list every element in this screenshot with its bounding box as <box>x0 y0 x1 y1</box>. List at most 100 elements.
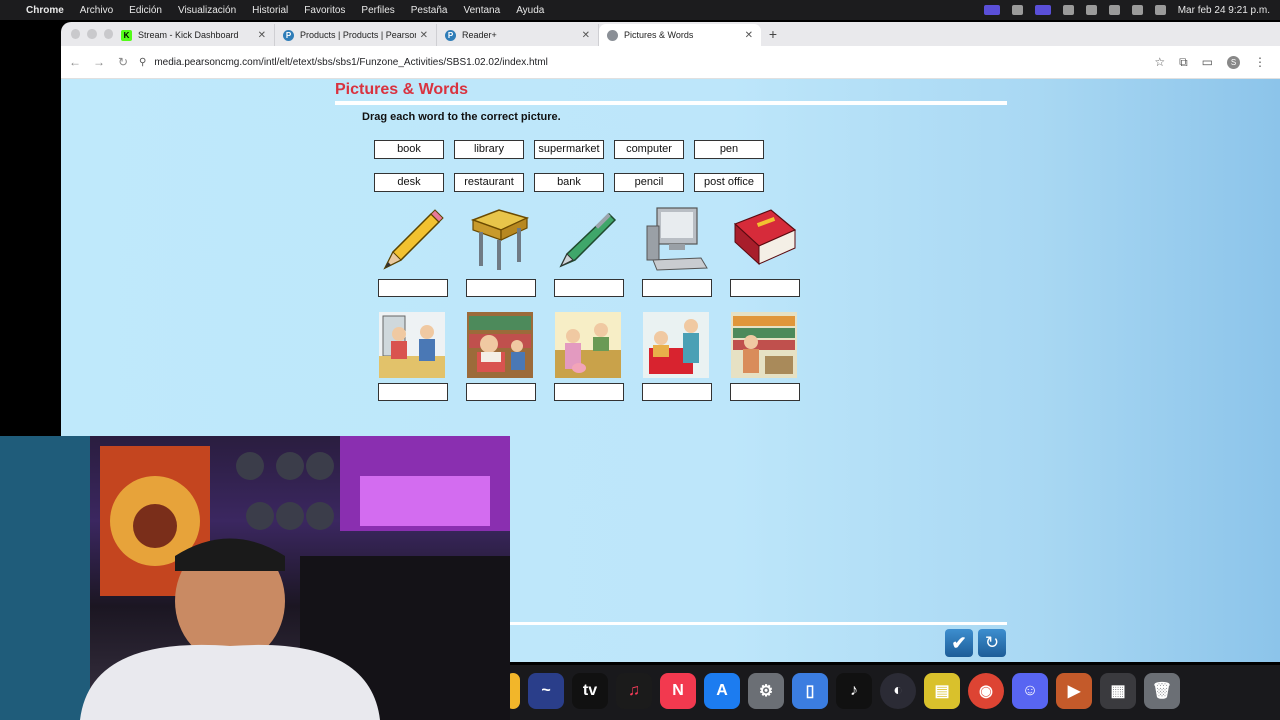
cloud-icon[interactable] <box>1011 5 1023 15</box>
tab-kick-dashboard[interactable]: K Stream - Kick Dashboard ✕ <box>113 24 275 46</box>
word-tile-computer[interactable]: computer <box>614 140 684 159</box>
user-icon[interactable] <box>1085 5 1097 15</box>
url-text[interactable]: media.pearsoncmg.com/intl/elt/etext/sbs/… <box>154 57 548 68</box>
bank-picture <box>555 312 621 378</box>
battery-icon[interactable] <box>1108 5 1120 15</box>
pen-picture <box>559 212 617 268</box>
answer-slot-1[interactable] <box>378 279 448 297</box>
menu-app-name[interactable]: Chrome <box>26 5 64 16</box>
globe-favicon-icon <box>607 29 618 41</box>
tab-label: Reader+ <box>462 30 497 40</box>
close-window-button[interactable] <box>71 29 81 39</box>
new-tab-button[interactable]: + <box>761 24 785 46</box>
stage-manager-icon[interactable] <box>1034 5 1051 15</box>
freeform-icon[interactable]: ~ <box>528 673 564 709</box>
wifi-icon[interactable] <box>1131 5 1143 15</box>
side-panel-icon[interactable]: ▭ <box>1202 55 1213 69</box>
tv-icon[interactable]: tv <box>572 673 608 709</box>
webcam-scene-image <box>0 436 510 720</box>
menu-ayuda[interactable]: Ayuda <box>516 5 544 16</box>
word-tile-restaurant[interactable]: restaurant <box>454 173 524 192</box>
instructions: Drag each word to the correct picture. <box>362 111 561 123</box>
mac-menubar: Chrome Archivo Edición Visualización His… <box>0 0 1280 20</box>
window-controls <box>61 22 113 46</box>
control-center-icon[interactable] <box>1154 5 1166 15</box>
word-tile-pen[interactable]: pen <box>694 140 764 159</box>
word-tile-post-office[interactable]: post office <box>694 173 764 192</box>
notes-icon[interactable]: ▤ <box>924 673 960 709</box>
tab-reader[interactable]: P Reader+ ✕ <box>437 24 599 46</box>
menu-visualizacion[interactable]: Visualización <box>178 5 236 16</box>
menu-archivo[interactable]: Archivo <box>80 5 113 16</box>
back-icon[interactable]: ← <box>63 55 87 69</box>
answer-slot-6[interactable] <box>378 383 448 401</box>
system-settings-icon[interactable]: ⚙ <box>748 673 784 709</box>
minimize-window-button[interactable] <box>87 29 97 39</box>
desk-picture <box>470 209 530 270</box>
footer-divider <box>509 622 1007 625</box>
close-tab-icon[interactable]: ✕ <box>420 30 428 41</box>
files-icon[interactable]: ▯ <box>792 673 828 709</box>
more-menu-icon[interactable]: ⋮ <box>1254 55 1266 69</box>
word-tile-library[interactable]: library <box>454 140 524 159</box>
tiktok-icon[interactable]: ♪ <box>836 673 872 709</box>
close-tab-icon[interactable]: ✕ <box>582 30 590 41</box>
menu-pestana[interactable]: Pestaña <box>411 5 448 16</box>
bluetooth-icon[interactable] <box>1062 5 1074 15</box>
word-tile-bank[interactable]: bank <box>534 173 604 192</box>
profile-avatar[interactable]: S <box>1227 55 1240 69</box>
discord-icon[interactable]: ☺ <box>1012 673 1048 709</box>
forward-icon[interactable]: → <box>87 55 111 69</box>
answer-slot-9[interactable] <box>642 383 712 401</box>
computer-picture <box>646 207 708 271</box>
menu-favoritos[interactable]: Favoritos <box>304 5 345 16</box>
answer-slot-2[interactable] <box>466 279 536 297</box>
menubar-clock[interactable]: Mar feb 24 9:21 p.m. <box>1178 5 1270 16</box>
chrome-icon[interactable]: ◉ <box>968 673 1004 709</box>
news-icon[interactable]: N <box>660 673 696 709</box>
answer-slot-10[interactable] <box>730 383 800 401</box>
bookmark-star-icon[interactable]: ☆ <box>1154 55 1165 69</box>
reset-button[interactable]: ↻ <box>978 629 1006 657</box>
answer-slot-3[interactable] <box>554 279 624 297</box>
tab-pictures-words[interactable]: Pictures & Words ✕ <box>599 24 761 46</box>
answer-slot-7[interactable] <box>466 383 536 401</box>
tab-pearson-products[interactable]: P Products | Products | Pearson ✕ <box>275 24 437 46</box>
site-info-icon[interactable]: ⚲ <box>139 57 146 68</box>
answer-slot-8[interactable] <box>554 383 624 401</box>
restaurant-picture <box>643 312 709 378</box>
tab-label: Stream - Kick Dashboard <box>138 30 239 40</box>
trash-icon[interactable]: 🗑 <box>1144 673 1180 709</box>
screen-share-icon[interactable] <box>983 5 1000 15</box>
obs-icon[interactable]: ◐ <box>880 673 916 709</box>
address-bar[interactable]: ⚲ media.pearsoncmg.com/intl/elt/etext/sb… <box>139 50 1154 74</box>
music-icon[interactable]: ♫ <box>616 673 652 709</box>
browser-toolbar: ← → ↻ ⚲ media.pearsoncmg.com/intl/elt/et… <box>61 46 1280 79</box>
status-area: Mar feb 24 9:21 p.m. <box>983 0 1270 20</box>
zoom-window-button[interactable] <box>103 29 113 39</box>
reload-icon[interactable]: ↻ <box>111 55 135 69</box>
menu-historial[interactable]: Historial <box>252 5 288 16</box>
pearson-favicon-icon: P <box>283 29 294 41</box>
answer-slot-4[interactable] <box>642 279 712 297</box>
menu-edicion[interactable]: Edición <box>129 5 162 16</box>
menu-ventana[interactable]: Ventana <box>463 5 500 16</box>
supermarket-picture <box>731 312 797 378</box>
app-store-icon[interactable]: A <box>704 673 740 709</box>
dock: ~ tv ♫ N A ⚙ ▯ ♪ ◐ ▤ ◉ ☺ ▶ ▦ 🗑 <box>500 665 1280 720</box>
book-picture <box>733 209 797 266</box>
menu-perfiles[interactable]: Perfiles <box>361 5 394 16</box>
screenshot-icon[interactable]: ▦ <box>1100 673 1136 709</box>
word-tile-supermarket[interactable]: supermarket <box>534 140 604 159</box>
extensions-icon[interactable]: ⧉ <box>1179 55 1188 70</box>
word-tile-pencil[interactable]: pencil <box>614 173 684 192</box>
word-tile-book[interactable]: book <box>374 140 444 159</box>
close-tab-icon[interactable]: ✕ <box>258 30 266 41</box>
word-tile-desk[interactable]: desk <box>374 173 444 192</box>
check-answers-button[interactable]: ✔ <box>945 629 973 657</box>
game-icon[interactable]: ▶ <box>1056 673 1092 709</box>
close-tab-icon[interactable]: ✕ <box>745 30 753 41</box>
answer-slot-5[interactable] <box>730 279 800 297</box>
tab-bar: K Stream - Kick Dashboard ✕ P Products |… <box>61 22 1280 46</box>
kick-favicon-icon: K <box>121 29 132 41</box>
